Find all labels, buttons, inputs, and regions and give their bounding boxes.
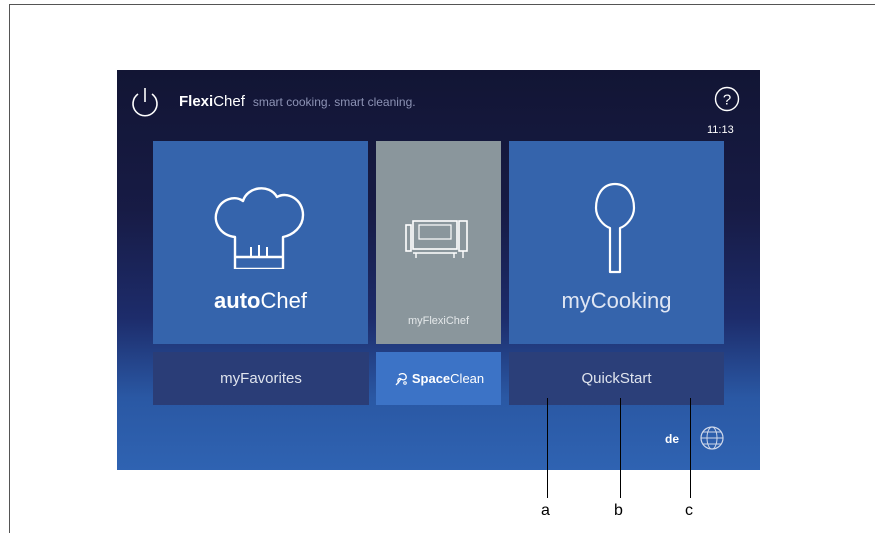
power-icon[interactable]: [129, 86, 161, 120]
quickstart-label: QuickStart: [581, 370, 652, 387]
myflexichef-label: myFlexiChef: [407, 315, 470, 327]
brand-bold: Flexi: [179, 93, 214, 110]
callout-line-b: [620, 398, 621, 498]
chef-hat-icon: [214, 187, 305, 269]
language-code[interactable]: de: [665, 432, 679, 446]
svg-text:?: ?: [723, 92, 731, 109]
myfavorites-button[interactable]: myFavorites: [153, 352, 369, 405]
help-icon[interactable]: ?: [714, 86, 740, 112]
callout-label-b: b: [614, 502, 623, 519]
callout-line-c: [690, 398, 691, 498]
brand-tagline: smart cooking. smart cleaning.: [252, 95, 416, 109]
callout-label-c: c: [685, 502, 693, 519]
spoon-icon: [594, 182, 636, 274]
mycooking-label: myCooking: [561, 288, 672, 313]
mycooking-tile[interactable]: myCooking: [509, 141, 724, 344]
callout-line-a: [547, 398, 548, 498]
quickstart-button[interactable]: QuickStart: [509, 352, 724, 405]
globe-icon[interactable]: [699, 425, 725, 451]
brand-rest: Chef: [213, 93, 245, 110]
device-screen: FlexiChef smart cooking. smart cleaning. …: [117, 70, 760, 470]
myfavorites-label: myFavorites: [220, 370, 302, 387]
clock: 11:13: [707, 124, 734, 136]
myflexichef-tile[interactable]: myFlexiChef: [376, 141, 501, 344]
oven-icon: [405, 220, 468, 258]
space-clean-icon: [395, 372, 407, 385]
callout-label-a: a: [541, 502, 550, 519]
app-brand: FlexiChef smart cooking. smart cleaning.: [179, 93, 416, 110]
autochef-tile[interactable]: autoChef: [153, 141, 368, 344]
spaceclean-button[interactable]: SpaceClean: [376, 352, 501, 405]
autochef-label: autoChef: [214, 288, 307, 313]
spaceclean-label: SpaceClean: [411, 371, 485, 386]
